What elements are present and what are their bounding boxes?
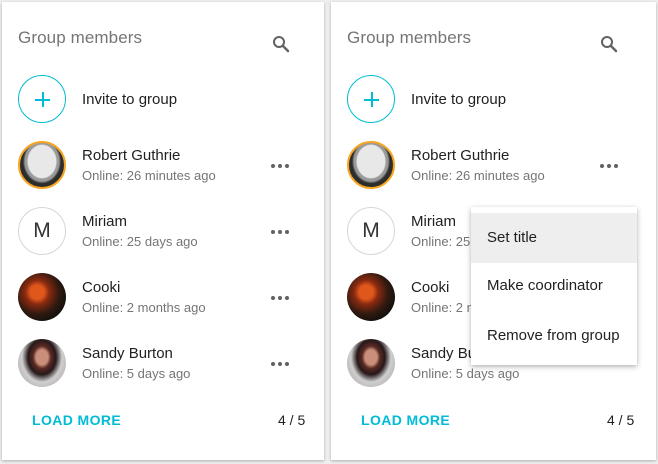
- page-indicator: 4 / 5: [607, 412, 635, 428]
- member-avatar: M: [18, 207, 66, 255]
- member-row[interactable]: M Miriam Online: 25 days ago: [18, 207, 308, 257]
- panel-title: Group members: [18, 28, 143, 47]
- member-context-menu: Set title Make coordinator Remove from g…: [471, 207, 637, 365]
- member-more-button[interactable]: [268, 219, 292, 243]
- member-name: Miriam: [82, 213, 127, 230]
- search-button[interactable]: [597, 32, 621, 56]
- search-icon: [601, 36, 618, 53]
- load-more-button[interactable]: LOAD MORE: [361, 412, 450, 428]
- invite-avatar: [347, 75, 395, 123]
- member-avatar: [347, 141, 395, 189]
- member-avatar: [18, 141, 66, 189]
- member-status: Online: 5 days ago: [82, 366, 191, 381]
- member-name: Cooki: [411, 279, 450, 296]
- member-name: Robert Guthrie: [82, 147, 181, 164]
- invite-label: Invite to group: [411, 91, 507, 108]
- member-avatar: [18, 339, 66, 387]
- menu-item-remove-from-group[interactable]: Remove from group: [471, 311, 637, 361]
- member-more-button[interactable]: [268, 153, 292, 177]
- member-row[interactable]: Robert Guthrie Online: 26 minutes ago: [18, 141, 308, 191]
- member-status: Online: 25: [411, 234, 471, 249]
- group-members-panel: Group members Invite to group Robert Gut…: [2, 2, 324, 460]
- menu-item-set-title[interactable]: Set title: [471, 213, 637, 263]
- member-status: Online: 26 minutes ago: [82, 168, 216, 183]
- search-icon: [273, 36, 290, 53]
- page-indicator: 4 / 5: [278, 412, 306, 428]
- search-button[interactable]: [269, 32, 293, 56]
- member-status: Online: 2 m: [411, 300, 478, 315]
- member-status: Online: 26 minutes ago: [411, 168, 545, 183]
- member-row[interactable]: Robert Guthrie Online: 26 minutes ago: [347, 141, 637, 191]
- member-avatar: [347, 273, 395, 321]
- member-row[interactable]: Cooki Online: 2 months ago: [18, 273, 308, 323]
- member-status: Online: 5 days ago: [411, 366, 520, 381]
- menu-item-make-coordinator[interactable]: Make coordinator: [471, 261, 637, 311]
- member-avatar: M: [347, 207, 395, 255]
- invite-avatar: [18, 75, 66, 123]
- member-status: Online: 25 days ago: [82, 234, 198, 249]
- member-name: Cooki: [82, 279, 121, 296]
- panel-title: Group members: [347, 28, 472, 47]
- member-status: Online: 2 months ago: [82, 300, 206, 315]
- member-avatar: [347, 339, 395, 387]
- member-name: Robert Guthrie: [411, 147, 510, 164]
- member-avatar: [18, 273, 66, 321]
- load-more-button[interactable]: LOAD MORE: [32, 412, 121, 428]
- member-more-button[interactable]: [268, 351, 292, 375]
- member-row[interactable]: Sandy Burton Online: 5 days ago: [18, 339, 308, 389]
- member-more-button[interactable]: [597, 153, 621, 177]
- member-name: Miriam: [411, 213, 456, 230]
- member-more-button[interactable]: [268, 285, 292, 309]
- invite-row[interactable]: Invite to group: [18, 75, 308, 125]
- app-stage: Group members Invite to group Robert Gut…: [0, 0, 658, 464]
- invite-label: Invite to group: [82, 91, 178, 108]
- member-name: Sandy Burton: [82, 345, 173, 362]
- invite-row[interactable]: Invite to group: [347, 75, 637, 125]
